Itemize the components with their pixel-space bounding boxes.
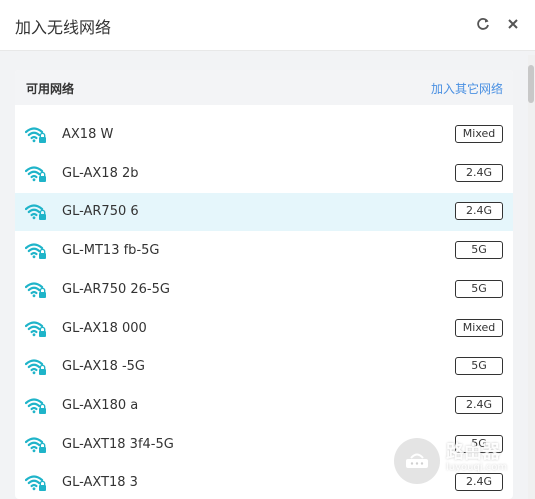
band-badge: 5G bbox=[455, 279, 503, 298]
wifi-lock-icon bbox=[24, 435, 47, 454]
network-row[interactable]: AX18 W Mixed bbox=[15, 116, 513, 154]
network-ssid: AX18 W bbox=[62, 127, 114, 142]
network-row[interactable]: GL-AR750 6 2.4G bbox=[15, 193, 513, 232]
band-badge: 5G bbox=[455, 357, 503, 376]
wifi-lock-icon bbox=[24, 357, 47, 376]
watermark: 路由器 luyouqi.com bbox=[394, 432, 524, 492]
network-row[interactable]: GL-AX18 -5G 5G bbox=[15, 348, 513, 386]
network-ssid: GL-AXT18 3f4-5G bbox=[62, 436, 174, 452]
wifi-lock-icon bbox=[24, 396, 47, 415]
wifi-lock-icon bbox=[24, 319, 47, 338]
watermark-text: 路由器 bbox=[446, 442, 500, 463]
band-badge: 2.4G bbox=[455, 163, 503, 182]
close-icon[interactable] bbox=[504, 14, 522, 34]
band-badge: Mixed bbox=[455, 125, 503, 143]
scrollbar[interactable] bbox=[528, 55, 535, 499]
wifi-lock-icon bbox=[24, 125, 47, 144]
network-ssid: GL-AR750 26-5G bbox=[62, 281, 170, 297]
join-other-network-link[interactable]: 加入其它网络 bbox=[431, 80, 503, 97]
panel-title: 可用网络 bbox=[26, 82, 75, 96]
network-row[interactable]: GL-MT13 fb-5G 5G bbox=[15, 232, 513, 270]
network-row[interactable]: GL-AX18 2b 2.4G bbox=[15, 155, 513, 193]
network-row[interactable]: GL-AX18 000 Mixed bbox=[15, 310, 513, 348]
band-badge: 2.4G bbox=[455, 395, 503, 414]
network-ssid: GL-AX18 000 bbox=[62, 320, 147, 336]
band-badge: 2.4G bbox=[455, 202, 503, 221]
network-row[interactable]: GL-AX180 a 2.4G bbox=[15, 387, 513, 425]
band-badge: 5G bbox=[455, 241, 503, 260]
network-ssid: GL-AXT18 3 bbox=[62, 475, 138, 491]
wifi-lock-icon bbox=[24, 202, 47, 221]
network-ssid: GL-AX18 -5G bbox=[62, 359, 146, 375]
wifi-lock-icon bbox=[24, 280, 47, 299]
band-badge: Mixed bbox=[455, 318, 503, 337]
scrollbar-thumb[interactable] bbox=[528, 65, 534, 103]
wifi-lock-icon bbox=[24, 241, 47, 260]
panel-header: 可用网络 加入其它网络 bbox=[15, 70, 513, 105]
network-ssid: GL-MT13 fb-5G bbox=[62, 243, 160, 259]
wifi-lock-icon bbox=[24, 164, 47, 183]
dialog-header: 加入无线网络 bbox=[0, 0, 535, 51]
dialog-title: 加入无线网络 bbox=[15, 18, 112, 37]
wifi-lock-icon bbox=[24, 473, 47, 492]
network-row[interactable]: GL-AR750 26-5G 5G bbox=[15, 271, 513, 309]
watermark-sub: luyouqi.com bbox=[446, 462, 508, 473]
router-logo-icon bbox=[394, 438, 440, 484]
network-ssid: GL-AX180 a bbox=[62, 397, 139, 413]
network-ssid: GL-AX18 2b bbox=[62, 165, 139, 181]
refresh-icon[interactable] bbox=[474, 14, 492, 34]
network-ssid: GL-AR750 6 bbox=[62, 204, 139, 220]
